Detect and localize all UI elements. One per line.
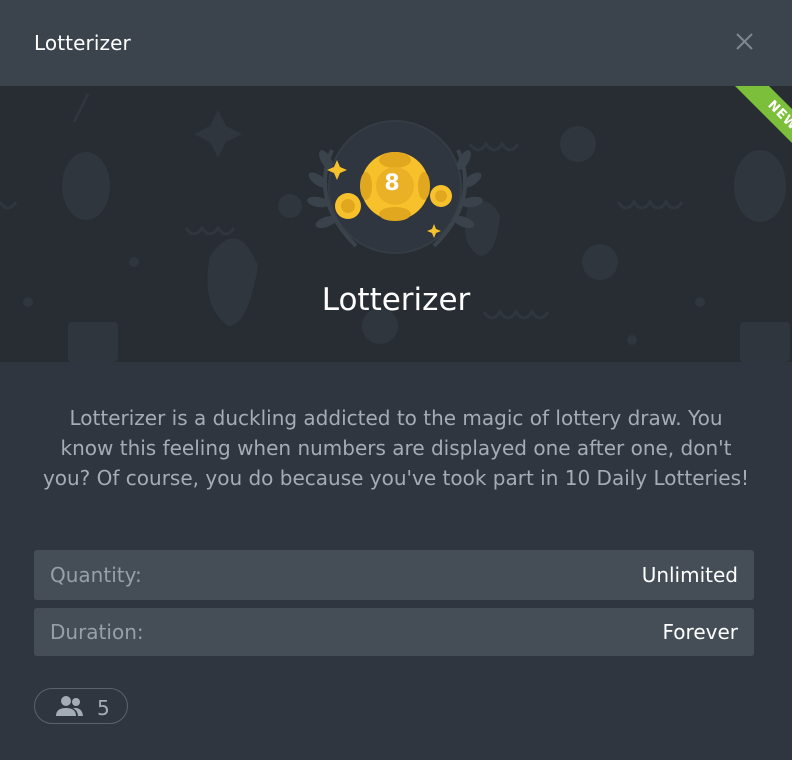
achievement-title: Lotterizer xyxy=(321,282,471,318)
ball-number: 8 xyxy=(384,171,400,196)
members-count: 5 xyxy=(97,696,110,720)
achievement-hero: NEW 8 Lotterizer xyxy=(0,86,792,362)
new-ribbon: NEW xyxy=(712,86,792,166)
quantity-row: Quantity: Unlimited xyxy=(34,550,754,600)
duration-row: Duration: Forever xyxy=(34,608,754,656)
achievement-modal: Lotterizer NEW 8 Lotterizer Lotterizer i… xyxy=(0,0,792,760)
quantity-value: Unlimited xyxy=(641,563,738,587)
close-button[interactable] xyxy=(730,28,758,56)
modal-header: Lotterizer xyxy=(0,0,792,86)
duration-value: Forever xyxy=(662,620,738,644)
close-icon xyxy=(736,33,753,50)
users-icon xyxy=(56,696,83,716)
achievement-description: Lotterizer is a duckling addicted to the… xyxy=(42,406,750,490)
quantity-label: Quantity: xyxy=(50,563,142,587)
duration-label: Duration: xyxy=(50,620,144,644)
modal-title: Lotterizer xyxy=(34,31,131,55)
new-ribbon-label: NEW xyxy=(731,86,792,166)
members-count-button[interactable]: 5 xyxy=(34,688,128,724)
